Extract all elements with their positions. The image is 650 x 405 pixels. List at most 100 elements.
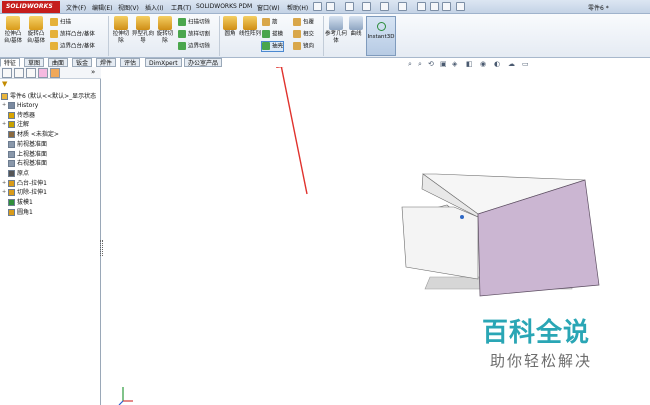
menu-pdm[interactable]: SOLIDWORKS PDM — [196, 3, 252, 10]
menu-help[interactable]: 帮助(H) — [287, 3, 308, 12]
menu-tools[interactable]: 工具(T) — [171, 3, 191, 12]
part-model[interactable] — [401, 173, 600, 297]
boundary-cut-icon — [178, 42, 186, 50]
tab-features[interactable]: 特征 — [0, 58, 21, 67]
menu-edit[interactable]: 编辑(E) — [92, 3, 112, 12]
tree-item-label: 凸台-拉伸1 — [17, 179, 47, 187]
tab-office-products[interactable]: 办公室产品 — [184, 58, 223, 67]
tab-sheet-metal[interactable]: 钣金 — [72, 58, 93, 67]
config-manager-tab-icon[interactable] — [26, 68, 36, 78]
instant3d-label: Instant3D — [367, 34, 395, 40]
boundary-boss-label: 边界凸台/基体 — [60, 43, 95, 50]
tree-root-part[interactable]: 零件6 (默认<<默认>_显示状态 — [1, 92, 96, 101]
draft-icon — [262, 30, 270, 38]
separator — [219, 16, 220, 56]
intersect-icon — [293, 30, 301, 38]
tree-item[interactable]: 前视基准面 — [2, 140, 47, 149]
filter-icon[interactable]: ▼ — [2, 80, 7, 88]
intersect-button[interactable]: 相交 — [293, 30, 314, 39]
rib-button[interactable]: 筋 — [262, 18, 278, 27]
boundary-cut-button[interactable]: 边界切除 — [178, 42, 210, 51]
tree-item[interactable]: + History — [2, 101, 38, 110]
tab-weldments[interactable]: 焊件 — [96, 58, 117, 67]
draft-button[interactable]: 拔模 — [262, 30, 283, 39]
lofted-cut-button[interactable]: 放样切割 — [178, 30, 210, 39]
solidworks-logo[interactable]: SOLIDWORKS — [2, 1, 60, 13]
hole-wizard-label: 异型孔向导 — [132, 31, 155, 44]
tab-surfaces[interactable]: 曲面 — [48, 58, 69, 67]
model-front-face — [401, 206, 479, 280]
wrap-button[interactable]: 包覆 — [293, 18, 314, 27]
menu-view[interactable]: 视图(V) — [118, 3, 139, 12]
rib-icon — [262, 18, 270, 26]
tab-sketch[interactable]: 草图 — [24, 58, 45, 67]
linear-pattern-button[interactable]: 线性阵列 — [239, 14, 261, 38]
tree-item-label: 切除-拉伸1 — [17, 189, 47, 197]
feature-manager-panel: » ▼ 零件6 (默认<<默认>_显示状态 + History 传感器 + 注解 材质 <… — [0, 67, 101, 405]
menu-insert[interactable]: 插入(I) — [145, 3, 163, 12]
tree-item[interactable]: 拔模1 — [2, 198, 33, 207]
menu-file[interactable]: 文件(F) — [66, 3, 86, 12]
revolve-cut-icon — [158, 16, 172, 30]
print-icon[interactable] — [380, 2, 389, 11]
loft-boss-button[interactable]: 放样凸台/基体 — [50, 30, 95, 39]
pin-icon[interactable] — [313, 2, 322, 11]
fillet-label: 圆角 — [224, 31, 236, 37]
extrude-boss-icon — [6, 16, 20, 30]
select-icon[interactable] — [417, 2, 426, 11]
tab-dimxpert[interactable]: DimXpert — [145, 58, 182, 67]
display-manager-tab-icon[interactable] — [50, 68, 60, 78]
extrude-cut-button[interactable]: 拉伸切除 — [111, 14, 131, 45]
save-icon[interactable] — [362, 2, 371, 11]
undo-icon[interactable] — [398, 2, 407, 11]
lofted-cut-label: 放样切割 — [188, 31, 211, 38]
dimxpert-manager-tab-icon[interactable] — [38, 68, 48, 78]
file-properties-icon[interactable] — [442, 2, 451, 11]
rebuild-icon[interactable] — [430, 2, 439, 11]
instant3d-button[interactable]: Instant3D — [366, 16, 396, 56]
extrude-boss-button[interactable]: 拉伸凸台/基体 — [2, 14, 24, 45]
curves-button[interactable]: 曲线 — [348, 14, 364, 38]
tree-item[interactable]: + 切除-拉伸1 — [2, 188, 47, 197]
swept-cut-icon — [178, 18, 186, 26]
swept-cut-button[interactable]: 扫描切除 — [178, 18, 210, 27]
revolve-boss-button[interactable]: 旋转凸台/基体 — [25, 14, 47, 45]
tree-item[interactable]: + 凸台-拉伸1 — [2, 179, 47, 188]
tree-item[interactable]: 圆角1 — [2, 208, 33, 217]
mirror-button[interactable]: 镜向 — [293, 42, 314, 51]
revolve-cut-button[interactable]: 旋转切除 — [155, 14, 175, 45]
shell-button[interactable]: 抽壳 — [260, 41, 285, 52]
feature-tree-tab-icon[interactable] — [2, 68, 12, 78]
open-icon[interactable] — [345, 2, 354, 11]
material-icon — [8, 131, 15, 139]
hole-wizard-button[interactable]: 异型孔向导 — [132, 14, 154, 45]
loft-boss-label: 放样凸台/基体 — [60, 31, 95, 38]
origin-icon — [8, 169, 15, 177]
rib-label: 筋 — [272, 19, 278, 26]
tree-item[interactable]: 原点 — [2, 169, 29, 178]
logo-text: SOLIDWORKS — [6, 3, 53, 10]
ref-geometry-label: 参考几何体 — [325, 31, 348, 44]
fillet-button[interactable]: 圆角 — [222, 14, 238, 38]
boundary-boss-button[interactable]: 边界凸台/基体 — [50, 42, 95, 51]
property-manager-tab-icon[interactable] — [14, 68, 24, 78]
tree-item[interactable]: 右视基准面 — [2, 159, 47, 168]
shell-label: 抽壳 — [272, 43, 284, 50]
part-icon — [1, 93, 8, 100]
new-document-icon[interactable] — [326, 2, 335, 11]
sweep-button[interactable]: 扫描 — [50, 18, 71, 27]
options-icon[interactable] — [456, 2, 465, 11]
tree-item[interactable]: + 注解 — [2, 120, 29, 129]
tree-item[interactable]: 材质 <未指定> — [2, 130, 59, 139]
tree-item[interactable]: 上视基准面 — [2, 150, 47, 159]
annotation-arrow-head — [276, 67, 284, 68]
sensor-icon — [8, 111, 15, 119]
tree-item[interactable]: 传感器 — [2, 111, 35, 120]
shell-icon — [262, 42, 270, 50]
expand-chevron-icon[interactable]: » — [91, 68, 95, 76]
tree-item-label: History — [17, 102, 39, 109]
menu-window[interactable]: 窗口(W) — [257, 3, 280, 12]
revolve-boss-label: 旋转凸台/基体 — [26, 31, 46, 44]
ref-geometry-button[interactable]: 参考几何体 — [325, 14, 347, 45]
tab-evaluate[interactable]: 评估 — [120, 58, 141, 67]
